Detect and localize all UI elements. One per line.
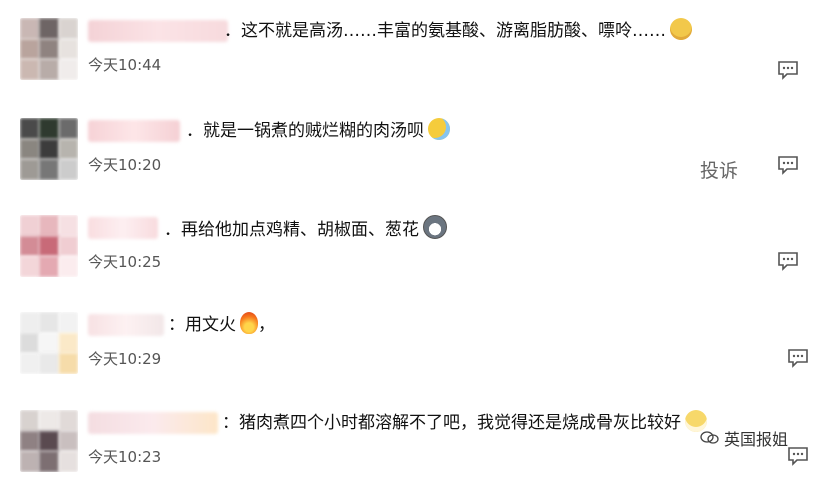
- comment-text: ．再给他加点鸡精、胡椒面、葱花: [164, 215, 447, 243]
- watermark: 英国报姐: [700, 426, 788, 450]
- username-blurred[interactable]: [88, 120, 180, 142]
- comment-body: ．再给他加点鸡精、胡椒面、葱花: [164, 220, 419, 240]
- avatar[interactable]: [20, 215, 78, 277]
- username-blurred[interactable]: [88, 217, 158, 239]
- comment-time: 今天10:44: [88, 56, 162, 74]
- username-blurred[interactable]: [88, 314, 164, 336]
- watermark-text: 英国报姐: [724, 430, 789, 449]
- comment-reply-icon[interactable]: [787, 446, 809, 466]
- fire-emoji: [240, 312, 258, 334]
- comment-text: ．这不就是高汤……丰富的氨基酸、游离脂肪酸、嘌呤……: [224, 18, 692, 44]
- comment-body: ．就是一锅煮的贼烂糊的肉汤呗: [186, 121, 424, 141]
- comment-reply-icon[interactable]: [777, 251, 799, 271]
- username-blurred[interactable]: [88, 20, 228, 42]
- comment-text: ：用文火 ，: [168, 312, 275, 338]
- sweat-face-emoji: [428, 118, 450, 140]
- comment-body: ：猪肉煮四个小时都溶解不了吧，我觉得还是烧成骨灰比较好: [222, 413, 681, 433]
- avatar[interactable]: [20, 410, 78, 472]
- username-blurred[interactable]: [88, 412, 218, 434]
- comment-time: 今天10:29: [88, 350, 162, 368]
- wechat-icon: [700, 430, 720, 446]
- avatar[interactable]: [20, 312, 78, 374]
- avatar[interactable]: [20, 118, 78, 180]
- report-button[interactable]: 投诉: [700, 156, 738, 183]
- comment-text: ．就是一锅煮的贼烂糊的肉汤呗: [186, 118, 450, 144]
- comment-suffix: ，: [258, 315, 275, 335]
- comment-body: ．这不就是高汤……丰富的氨基酸、游离脂肪酸、嘌呤……: [224, 21, 666, 41]
- avatar[interactable]: [20, 18, 78, 80]
- comment-text: ：猪肉煮四个小时都溶解不了吧，我觉得还是烧成骨灰比较好: [222, 410, 707, 436]
- comment-reply-icon[interactable]: [787, 348, 809, 368]
- comment-item: ．这不就是高汤……丰富的氨基酸、游离脂肪酸、嘌呤…… 今天10:44: [0, 0, 827, 95]
- comment-time: 今天10:23: [88, 448, 162, 466]
- comment-reply-icon[interactable]: [777, 155, 799, 175]
- husky-face-emoji: [423, 215, 447, 239]
- dog-face-emoji: [670, 18, 692, 40]
- comment-time: 今天10:20: [88, 156, 162, 174]
- comment-reply-icon[interactable]: [777, 60, 799, 80]
- comment-body: ：用文火: [168, 315, 236, 335]
- comment-time: 今天10:25: [88, 253, 162, 271]
- comment-item: ：用文火 ， 今天10:29: [0, 294, 827, 389]
- comment-item: ．再给他加点鸡精、胡椒面、葱花 今天10:25: [0, 197, 827, 292]
